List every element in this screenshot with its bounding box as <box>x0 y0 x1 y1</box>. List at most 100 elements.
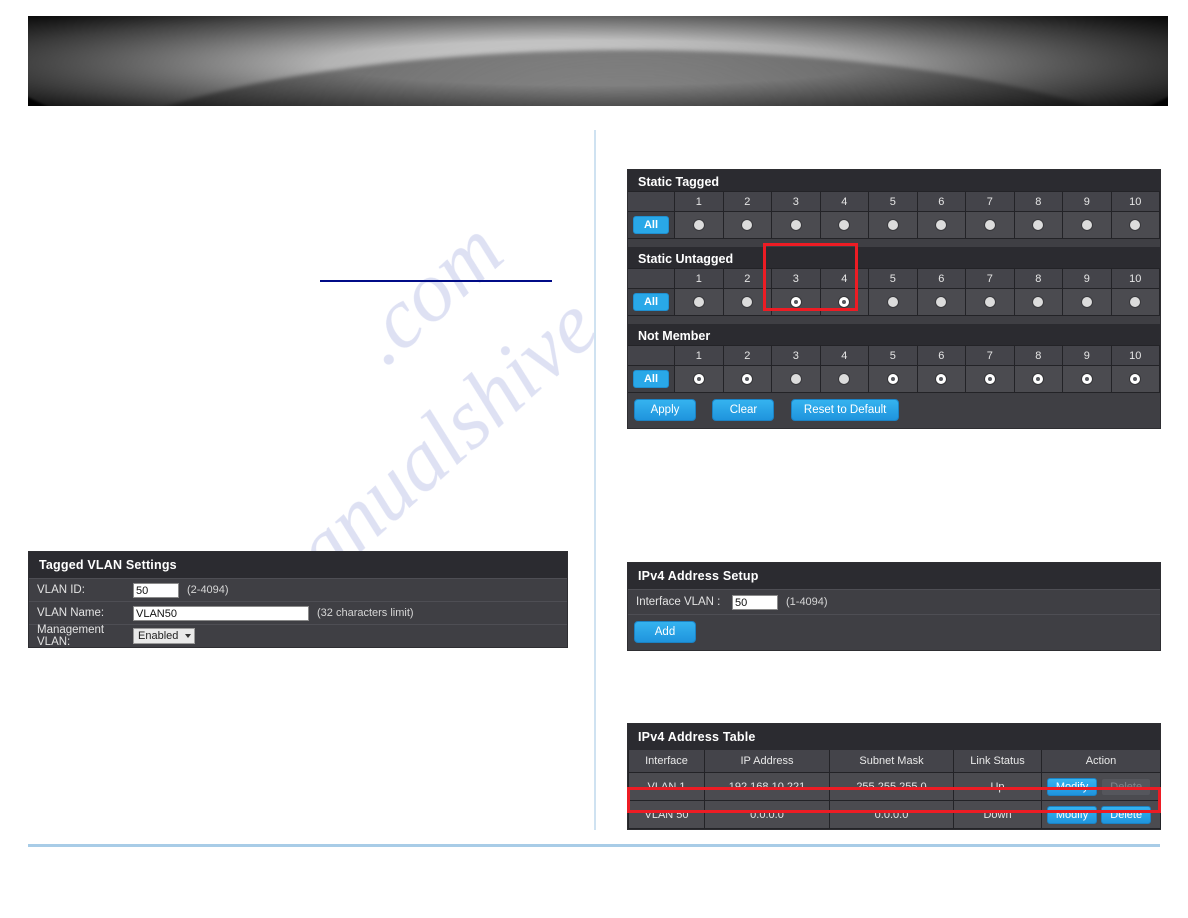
radio-selected-icon[interactable] <box>1081 374 1092 385</box>
cell-link-status: Up <box>953 772 1042 801</box>
port-group-title: Static Tagged <box>628 170 1160 191</box>
interface-vlan-row: Interface VLAN : 50 (1-4094) <box>628 589 1160 614</box>
radio-selected-icon[interactable] <box>693 374 704 385</box>
radio-selected-icon[interactable] <box>742 374 753 385</box>
radio-selected-icon[interactable] <box>839 297 850 308</box>
radio-unselected-icon[interactable] <box>887 297 898 308</box>
port-radio-cell[interactable] <box>1110 211 1160 239</box>
port-radio-cell[interactable] <box>722 365 772 393</box>
port-radio-cell[interactable] <box>868 211 918 239</box>
radio-unselected-icon[interactable] <box>1081 297 1092 308</box>
ipv4-address-table-panel: IPv4 Address Table Interface IP Address Su… <box>627 723 1161 830</box>
modify-button[interactable]: Modify <box>1046 805 1098 824</box>
radio-unselected-icon[interactable] <box>790 220 801 231</box>
port-radio-cell[interactable] <box>1013 288 1063 316</box>
port-radio-cell[interactable] <box>771 211 821 239</box>
port-radio-cell[interactable] <box>1013 211 1063 239</box>
port-radio-cell[interactable] <box>965 365 1015 393</box>
port-radio-cell[interactable] <box>916 211 966 239</box>
ipv4-setup-button-bar: Add <box>628 614 1160 650</box>
port-radio-cell[interactable] <box>1110 288 1160 316</box>
port-radio-cell[interactable] <box>771 288 821 316</box>
port-radio-cell[interactable] <box>819 211 869 239</box>
port-radio-cell[interactable] <box>1110 365 1160 393</box>
port-radio-cell[interactable] <box>965 211 1015 239</box>
port-radio-cell[interactable] <box>965 288 1015 316</box>
column-header: Action <box>1041 750 1161 773</box>
port-radio-cell[interactable] <box>819 288 869 316</box>
port-radio-cell[interactable] <box>674 288 724 316</box>
radio-unselected-icon[interactable] <box>742 297 753 308</box>
port-radio-cell[interactable] <box>674 365 724 393</box>
port-radio-cell[interactable] <box>819 365 869 393</box>
reset-to-default-button[interactable]: Reset to Default <box>790 399 900 421</box>
port-radio-cell[interactable] <box>771 365 821 393</box>
port-number-header: 7 <box>965 191 1015 212</box>
management-vlan-select[interactable]: Enabled <box>133 628 195 644</box>
radio-unselected-icon[interactable] <box>839 374 850 385</box>
port-radio-cell[interactable] <box>868 365 918 393</box>
port-radio-cell[interactable] <box>1013 365 1063 393</box>
port-radio-cell[interactable] <box>722 211 772 239</box>
port-number-header: 4 <box>819 191 869 212</box>
radio-unselected-icon[interactable] <box>1033 297 1044 308</box>
radio-selected-icon[interactable] <box>1130 374 1141 385</box>
delete-button: Delete <box>1101 777 1152 796</box>
radio-selected-icon[interactable] <box>887 374 898 385</box>
port-number-header: 2 <box>722 268 772 289</box>
radio-unselected-icon[interactable] <box>693 297 704 308</box>
radio-selected-icon[interactable] <box>984 374 995 385</box>
table-row: VLAN 50 0.0.0.0 0.0.0.0 Down Modify Delete <box>628 800 1161 829</box>
radio-selected-icon[interactable] <box>936 374 947 385</box>
radio-unselected-icon[interactable] <box>936 297 947 308</box>
select-all-button[interactable]: All <box>633 293 669 311</box>
radio-unselected-icon[interactable] <box>887 220 898 231</box>
cell-interface: VLAN 1 <box>628 772 705 801</box>
modify-button[interactable]: Modify <box>1046 777 1098 796</box>
add-button[interactable]: Add <box>634 621 696 643</box>
radio-unselected-icon[interactable] <box>936 220 947 231</box>
vlan-name-input[interactable]: VLAN50 <box>133 605 309 621</box>
select-all-cell: All <box>628 365 675 393</box>
radio-unselected-icon[interactable] <box>693 220 704 231</box>
radio-unselected-icon[interactable] <box>984 297 995 308</box>
port-radio-cell[interactable] <box>916 288 966 316</box>
port-number-header: 3 <box>771 268 821 289</box>
radio-selected-icon[interactable] <box>1033 374 1044 385</box>
delete-button[interactable]: Delete <box>1101 805 1152 824</box>
radio-unselected-icon[interactable] <box>1081 220 1092 231</box>
port-radio-cell[interactable] <box>916 365 966 393</box>
group-spacer <box>628 316 1160 324</box>
chevron-down-icon <box>185 634 191 638</box>
apply-button[interactable]: Apply <box>634 399 696 421</box>
radio-unselected-icon[interactable] <box>1130 297 1141 308</box>
clear-button[interactable]: Clear <box>712 399 775 421</box>
radio-unselected-icon[interactable] <box>790 374 801 385</box>
vlan-port-membership-panel: Static Tagged 1 2 3 4 5 6 7 8 9 10 All Static Untagg… <box>627 169 1161 429</box>
port-number-header: 3 <box>771 191 821 212</box>
column-header: Interface <box>628 750 705 773</box>
port-radio-cell[interactable] <box>1062 365 1112 393</box>
port-radio-cell[interactable] <box>674 211 724 239</box>
table-header-row: Interface IP Address Subnet Mask Link Statu… <box>628 750 1161 773</box>
interface-vlan-input[interactable]: 50 <box>732 594 778 610</box>
select-all-button[interactable]: All <box>633 370 669 388</box>
port-radio-cell[interactable] <box>1062 211 1112 239</box>
radio-unselected-icon[interactable] <box>1033 220 1044 231</box>
cell-action: Modify Delete <box>1041 800 1161 829</box>
vlan-id-input[interactable]: 50 <box>133 582 179 598</box>
ipv4-address-setup-title: IPv4 Address Setup <box>628 563 1160 589</box>
select-all-cell: All <box>628 211 675 239</box>
vlan-id-label: VLAN ID: <box>37 584 85 596</box>
radio-unselected-icon[interactable] <box>984 220 995 231</box>
radio-unselected-icon[interactable] <box>1130 220 1141 231</box>
radio-selected-icon[interactable] <box>790 297 801 308</box>
port-radio-cell[interactable] <box>1062 288 1112 316</box>
radio-unselected-icon[interactable] <box>839 220 850 231</box>
select-all-button[interactable]: All <box>633 216 669 234</box>
port-radio-cell[interactable] <box>722 288 772 316</box>
port-radio-cell[interactable] <box>868 288 918 316</box>
radio-unselected-icon[interactable] <box>742 220 753 231</box>
port-number-header: 7 <box>965 345 1015 366</box>
cell-subnet-mask: 255.255.255.0 <box>829 772 954 801</box>
